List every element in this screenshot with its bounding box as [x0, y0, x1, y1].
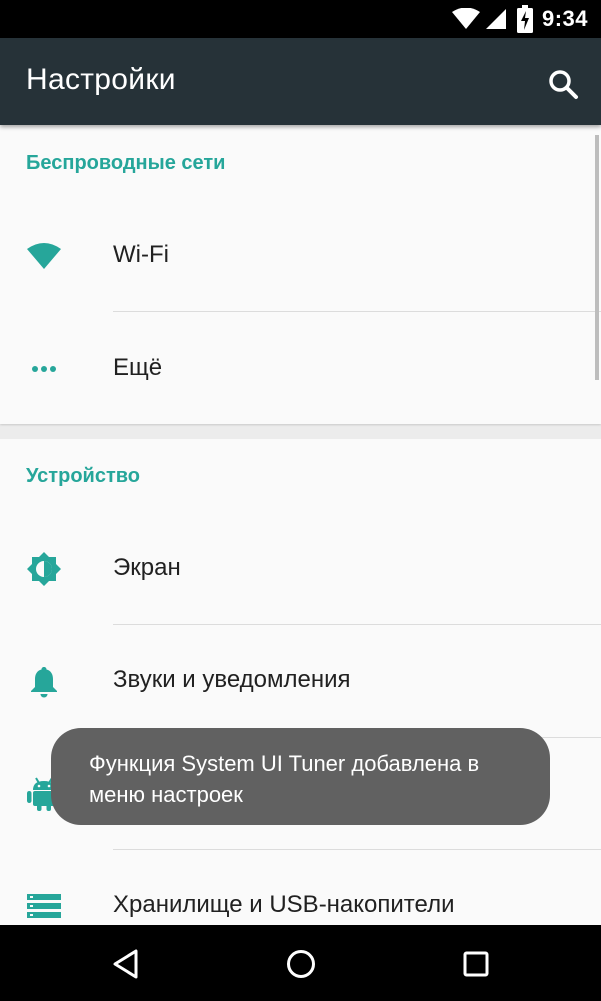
wifi-status-icon — [452, 8, 480, 29]
settings-screen: 9:34 Настройки Беспроводные сети Wi-Fi Е… — [0, 0, 601, 1001]
back-button[interactable] — [103, 942, 147, 986]
section-header-wireless: Беспроводные сети — [26, 152, 226, 174]
home-button[interactable] — [279, 942, 323, 986]
home-icon — [287, 950, 315, 978]
settings-item-label: Wi-Fi — [113, 241, 169, 268]
settings-item-label: Ещё — [113, 354, 163, 381]
settings-item-display[interactable]: Экран — [0, 513, 601, 625]
page-title: Настройки — [26, 63, 176, 96]
settings-item-storage[interactable]: Хранилище и USB-накопители — [0, 850, 601, 925]
section-header-device: Устройство — [26, 465, 140, 487]
app-bar: Настройки — [0, 38, 601, 125]
settings-item-wifi[interactable]: Wi-Fi — [0, 200, 601, 312]
settings-item-label: Хранилище и USB-накопители — [113, 891, 455, 918]
search-icon — [549, 70, 578, 99]
settings-item-label: Экран — [113, 554, 181, 581]
toast-message: Функция System UI Tuner добавлена в меню… — [51, 728, 550, 825]
signal-icon — [486, 9, 506, 29]
status-bar: 9:34 — [0, 0, 601, 38]
settings-item-more[interactable]: Ещё — [0, 313, 601, 425]
wifi-icon — [27, 243, 61, 269]
recents-icon — [463, 951, 489, 977]
navigation-bar — [0, 925, 601, 1001]
back-icon — [113, 949, 138, 979]
settings-item-sounds[interactable]: Звуки и уведомления — [0, 625, 601, 737]
wireless-section: Беспроводные сети Wi-Fi Ещё — [0, 125, 601, 424]
settings-item-label: Звуки и уведомления — [113, 666, 351, 693]
bell-icon — [31, 667, 57, 698]
recents-button[interactable] — [454, 942, 498, 986]
search-button[interactable] — [539, 60, 587, 108]
more-dots-icon — [32, 366, 56, 372]
divider — [113, 311, 601, 312]
battery-charging-icon — [517, 5, 533, 33]
brightness-icon — [27, 552, 61, 586]
device-section: Устройство Экран Звуки и уведомления Хра… — [0, 439, 601, 925]
storage-icon — [27, 894, 61, 918]
scrollbar[interactable] — [595, 135, 599, 380]
clock: 9:34 — [541, 6, 588, 31]
